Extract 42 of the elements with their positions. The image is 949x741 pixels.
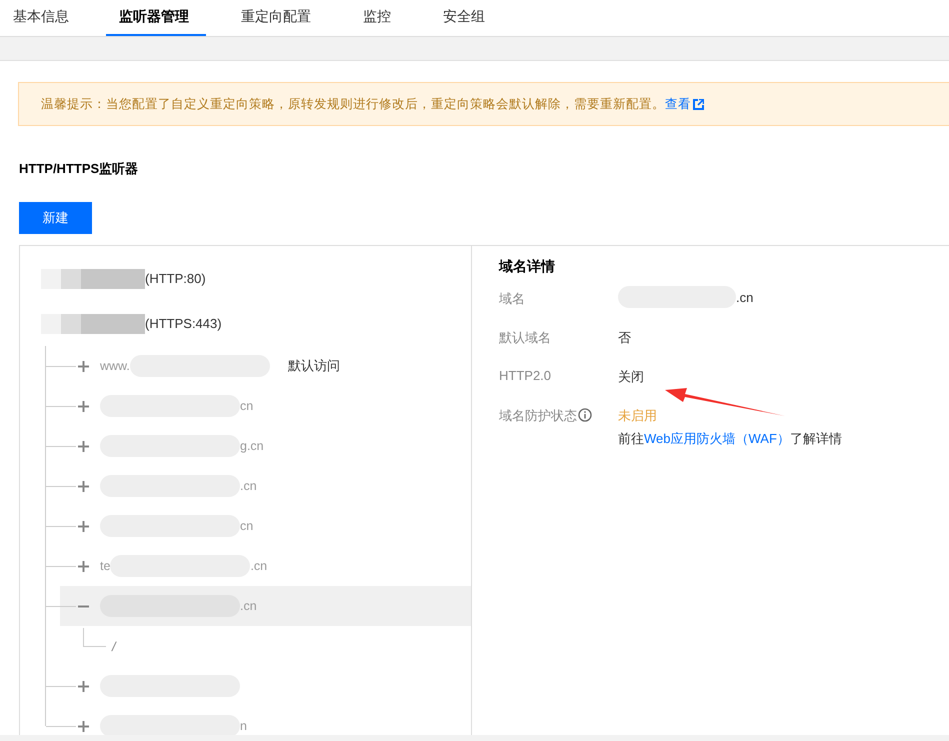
listener-label[interactable]: (HTTPS:443) (145, 316, 222, 331)
field-label: 域名防护状态 (499, 407, 618, 448)
external-link-icon (693, 98, 704, 110)
domain-text[interactable]: cn (240, 519, 254, 533)
field-value: .cn (736, 290, 754, 304)
tab[interactable]: 基本信息 (0, 0, 86, 36)
new-button[interactable]: 新建 (19, 202, 92, 234)
domain-text[interactable]: g.cn (240, 439, 264, 453)
path-text[interactable]: / (112, 638, 116, 654)
domain-text[interactable]: www. (100, 359, 130, 373)
status-text: 未启用 (618, 407, 658, 425)
field-label: HTTP2.0 (499, 368, 552, 385)
expand-icon[interactable] (78, 360, 89, 372)
waf-hint: 前往Web应用防火墙（WAF）了解详情 (618, 430, 842, 448)
domain-text[interactable]: n (240, 719, 247, 733)
domain-text[interactable]: cn (240, 399, 254, 413)
expand-icon[interactable] (78, 520, 89, 532)
expand-icon[interactable] (78, 440, 89, 452)
field-value: 否 (618, 329, 631, 347)
expand-icon[interactable] (78, 480, 89, 492)
listener-label[interactable]: (HTTP:80) (145, 271, 206, 286)
expand-icon[interactable] (78, 560, 89, 572)
default-access-label: 默认访问 (288, 357, 340, 375)
details-title: 域名详情 (499, 258, 556, 276)
tab[interactable]: 监控 (350, 0, 408, 36)
section-title: HTTP/HTTPS监听器 (19, 160, 140, 178)
field-label: 域名 (499, 290, 526, 308)
field-label: 默认域名 (499, 329, 552, 347)
waf-link[interactable]: Web应用防火墙（WAF） (644, 431, 790, 446)
expand-icon[interactable] (78, 720, 89, 732)
view-link[interactable]: 查看 (665, 96, 704, 112)
field-value: 关闭 (618, 368, 644, 386)
notice-text: 温馨提示：当您配置了自定义重定向策略，原转发规则进行修改后，重定向策略会默认解除，需要重新配置。 (41, 96, 665, 112)
domain-text[interactable]: te (100, 559, 110, 573)
expand-icon[interactable] (78, 400, 89, 412)
domain-text[interactable]: .cn (240, 599, 257, 613)
domain-text[interactable]: .cn (240, 479, 257, 493)
info-icon (578, 408, 592, 422)
expand-icon[interactable] (78, 680, 89, 692)
tab[interactable]: 安全组 (430, 0, 502, 36)
domain-text[interactable]: .cn (250, 559, 268, 573)
tab[interactable]: 重定向配置 (228, 0, 328, 36)
